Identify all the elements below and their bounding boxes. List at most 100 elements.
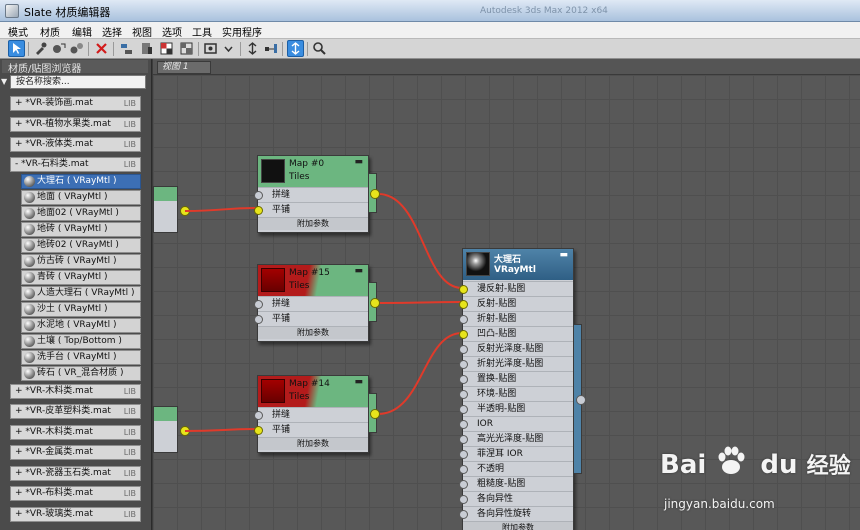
select-all-button[interactable] [287, 40, 304, 57]
input-socket[interactable] [254, 315, 263, 324]
material-item[interactable]: 大理石 ( VRayMtl ) [21, 174, 141, 189]
menu-options[interactable]: 选项 [162, 24, 182, 39]
zoom-button[interactable] [311, 40, 328, 57]
material-item[interactable]: 人造大理石 ( VRayMtl ) [21, 286, 141, 301]
input-socket[interactable] [459, 420, 468, 429]
map-14-tiles-node[interactable]: Map #14 Tiles ▬ 拼缝 平铺 附加参数 [254, 375, 369, 453]
material-item[interactable]: 地砖 ( VRayMtl ) [21, 222, 141, 237]
delete-button[interactable] [93, 40, 110, 57]
put-to-scene-button[interactable] [50, 40, 67, 57]
material-item[interactable]: 地面 ( VRayMtl ) [21, 190, 141, 205]
library-group[interactable]: + *VR-装饰画.mat LIB [10, 96, 141, 111]
material-item[interactable]: 沙土 ( VRayMtl ) [21, 302, 141, 317]
menu-tools[interactable]: 工具 [192, 24, 212, 39]
map-slot-anisotropy[interactable]: 各向异性 [459, 491, 573, 506]
map-0-tiles-node[interactable]: Map #0 Tiles ▬ 拼缝 平铺 附加参数 [254, 155, 369, 233]
move-children-button[interactable] [118, 40, 135, 57]
input-socket[interactable] [459, 480, 468, 489]
node-extra-params[interactable]: 附加参数 [258, 326, 368, 339]
input-socket-connected[interactable] [254, 206, 263, 215]
input-socket-connected[interactable] [254, 426, 263, 435]
material-item[interactable]: 地面02 ( VRayMtl ) [21, 206, 141, 221]
input-socket[interactable] [459, 315, 468, 324]
node-header[interactable]: Map #15 Tiles ▬ [258, 265, 368, 296]
material-item[interactable]: 土壤 ( Top/Bottom ) [21, 334, 141, 349]
input-socket[interactable] [254, 411, 263, 420]
input-socket-connected[interactable] [459, 330, 468, 339]
map-slot-refract-glossiness[interactable]: 折射光泽度-贴图 [459, 356, 573, 371]
pick-material-button[interactable] [32, 40, 49, 57]
input-slot[interactable]: 平铺 [254, 311, 368, 326]
library-group[interactable]: + *VR-木料类.mat LIB [10, 384, 141, 399]
input-socket[interactable] [459, 510, 468, 519]
input-socket-connected[interactable] [459, 300, 468, 309]
input-socket[interactable] [459, 450, 468, 459]
collapse-icon[interactable]: ▬ [354, 266, 363, 276]
map-slot-bump[interactable]: 凹凸-贴图 [459, 326, 573, 341]
browser-menu-arrow-icon[interactable]: ▼ [1, 78, 9, 86]
input-socket[interactable] [459, 405, 468, 414]
input-socket[interactable] [459, 465, 468, 474]
map-slot-reflect[interactable]: 反射-贴图 [459, 296, 573, 311]
map-slot-anisotropy-rotation[interactable]: 各向异性旋转 [459, 506, 573, 521]
map-slot-fresnel-ior[interactable]: 菲涅耳 IOR [459, 446, 573, 461]
menu-edit[interactable]: 编辑 [72, 24, 92, 39]
library-group[interactable]: + *VR-金属类.mat LIB [10, 445, 141, 460]
input-socket[interactable] [459, 360, 468, 369]
map-slot-translucency[interactable]: 半透明-贴图 [459, 401, 573, 416]
node-extra-params[interactable]: 附加参数 [463, 521, 573, 530]
menu-select[interactable]: 选择 [102, 24, 122, 39]
show-background-button[interactable] [178, 40, 195, 57]
map-slot-environment[interactable]: 环境-贴图 [459, 386, 573, 401]
map-slot-displacement[interactable]: 置换-贴图 [459, 371, 573, 386]
input-socket[interactable] [254, 300, 263, 309]
material-item[interactable]: 砖石 ( VR_混合材质 ) [21, 366, 141, 381]
map-slot-opacity[interactable]: 不透明 [459, 461, 573, 476]
map-slot-diffuse[interactable]: 漫反射-贴图 [459, 281, 573, 296]
library-group-expanded[interactable]: - *VR-石料类.mat LIB [10, 157, 141, 172]
library-group[interactable]: + *VR-皮革塑料类.mat LIB [10, 404, 141, 419]
node-extra-params[interactable]: 附加参数 [258, 217, 368, 230]
library-group[interactable]: + *VR-木料类.mat LIB [10, 425, 141, 440]
output-socket[interactable] [370, 189, 380, 199]
collapse-icon[interactable]: ▬ [354, 157, 363, 167]
input-socket[interactable] [459, 390, 468, 399]
input-socket[interactable] [459, 495, 468, 504]
menu-mode[interactable]: 模式 [8, 24, 28, 39]
material-item[interactable]: 仿古砖 ( VRayMtl ) [21, 254, 141, 269]
map-15-tiles-node[interactable]: Map #15 Tiles ▬ 拼缝 平铺 附加参数 [254, 264, 369, 342]
vraymtl-marble-node[interactable]: 大理石 VRayMtl ▬ 漫反射-贴图 反射-贴图 折射-贴图 凹凸-贴图 反… [459, 248, 574, 530]
node-header[interactable]: Map #14 Tiles ▬ [258, 376, 368, 407]
input-slot[interactable]: 平铺 [254, 202, 368, 217]
collapse-icon[interactable]: ▬ [354, 377, 363, 387]
map-slot-refract[interactable]: 折射-贴图 [459, 311, 573, 326]
material-item[interactable]: 水泥地 ( VRayMtl ) [21, 318, 141, 333]
library-group[interactable]: + *VR-液体类.mat LIB [10, 137, 141, 152]
output-socket[interactable] [370, 409, 380, 419]
show-map-button[interactable] [158, 40, 175, 57]
input-socket-connected[interactable] [459, 285, 468, 294]
input-socket[interactable] [459, 435, 468, 444]
map-slot-ior[interactable]: IOR [459, 416, 573, 431]
node-header[interactable]: 大理石 VRayMtl ▬ [463, 249, 573, 280]
output-socket[interactable] [370, 298, 380, 308]
input-socket[interactable] [459, 345, 468, 354]
menu-utilities[interactable]: 实用程序 [222, 24, 262, 39]
material-item[interactable]: 青砖 ( VRayMtl ) [21, 270, 141, 285]
menu-material[interactable]: 材质 [40, 24, 60, 39]
layout-dropdown-button[interactable] [220, 40, 237, 57]
node-extra-params[interactable]: 附加参数 [258, 437, 368, 450]
search-by-name-input[interactable]: 按名称搜索... [10, 75, 146, 89]
input-slot[interactable]: 拼缝 [254, 407, 368, 422]
input-slot[interactable]: 平铺 [254, 422, 368, 437]
input-socket[interactable] [254, 191, 263, 200]
material-item[interactable]: 地砖02 ( VRayMtl ) [21, 238, 141, 253]
library-group[interactable]: + *VR-布料类.mat LIB [10, 486, 141, 501]
material-id-button[interactable] [202, 40, 219, 57]
node-header[interactable]: Map #0 Tiles ▬ [258, 156, 368, 187]
library-group[interactable]: + *VR-植物水果类.mat LIB [10, 117, 141, 132]
menu-view[interactable]: 视图 [132, 24, 152, 39]
hide-unused-button[interactable] [138, 40, 155, 57]
output-socket[interactable] [576, 395, 586, 405]
collapse-icon[interactable]: ▬ [559, 250, 568, 260]
